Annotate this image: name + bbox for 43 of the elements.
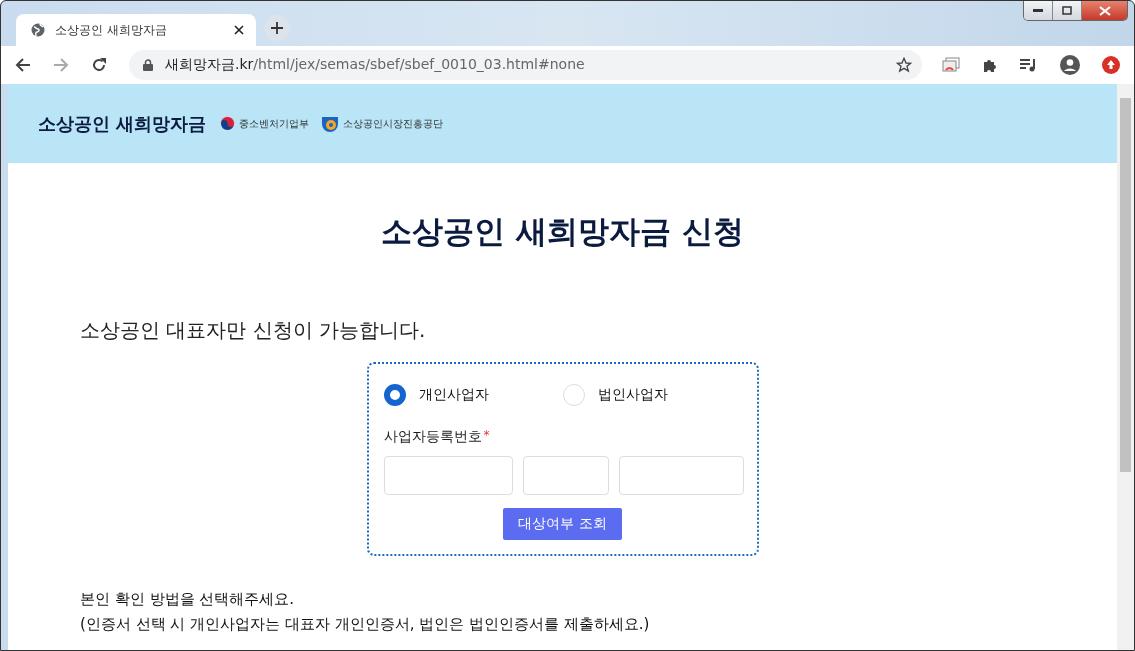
close-icon[interactable] <box>234 25 244 35</box>
reload-icon[interactable] <box>91 57 107 73</box>
scrollbar[interactable] <box>1117 84 1134 650</box>
site-title[interactable]: 소상공인 새희망자금 <box>38 111 207 136</box>
maximize-icon <box>1062 6 1072 15</box>
plus-icon <box>271 22 283 34</box>
input-field[interactable] <box>618 456 744 495</box>
cast-icon[interactable] <box>942 57 960 73</box>
minimize-button[interactable] <box>1024 1 1053 20</box>
input-field[interactable] <box>383 456 513 495</box>
puzzle-icon[interactable] <box>982 57 998 73</box>
page-title: 소상공인 새희망자금 신청 <box>380 212 745 251</box>
business-type-radio[interactable]: 개인사업자 <box>383 384 563 406</box>
logo-text: 소상공인시장진흥공단 <box>343 116 444 131</box>
close-window-button[interactable] <box>1082 1 1127 20</box>
close-icon <box>1098 5 1111 16</box>
scrollbar-thumb[interactable] <box>1120 98 1131 472</box>
maximize-button[interactable] <box>1053 1 1082 20</box>
emblem-icon <box>220 116 236 131</box>
back-icon[interactable] <box>15 57 31 73</box>
lock-icon <box>143 59 153 71</box>
shield-logo-icon <box>321 114 340 133</box>
account-icon[interactable] <box>1060 55 1080 75</box>
tab-title: 소상공인 새희망자금 <box>55 21 168 39</box>
instruction-text: (인증서 선택 시 개인사업자는 대표자 개인인증서, 법인은 법인인증서를 제출하세요.) <box>80 615 651 634</box>
playlist-icon[interactable] <box>1020 58 1038 72</box>
input-field[interactable] <box>522 456 609 495</box>
logo-text: 중소벤처기업부 <box>239 116 310 131</box>
notice-text: 소상공인 대표자만 신청이 가능합니다. <box>80 317 427 344</box>
minimize-icon <box>1033 8 1043 13</box>
star-icon[interactable] <box>896 57 912 73</box>
radio-button[interactable] <box>383 384 406 406</box>
address-bar[interactable]: 새희망자금.kr/html/jex/semas/sbef/sbef_0010_03.html#none <box>129 50 922 80</box>
instruction-text: 본인 확인 방법을 선택해주세요. <box>80 590 296 609</box>
globe-icon <box>31 23 45 37</box>
new-tab-button[interactable] <box>264 15 290 41</box>
required-mark: * <box>483 428 490 444</box>
url-text: 새희망자금.kr/html/jex/semas/sbef/sbef_0010_03.html#none <box>165 56 586 74</box>
field-label: 사업자등록번호 <box>383 428 482 446</box>
update-icon[interactable] <box>1102 56 1120 74</box>
browser-tab[interactable]: 소상공인 새희망자금 <box>16 14 256 46</box>
business-type-radio[interactable]: 법인사업자 <box>562 384 742 406</box>
check-eligibility-button[interactable]: 대상여부 조회 <box>503 508 622 540</box>
